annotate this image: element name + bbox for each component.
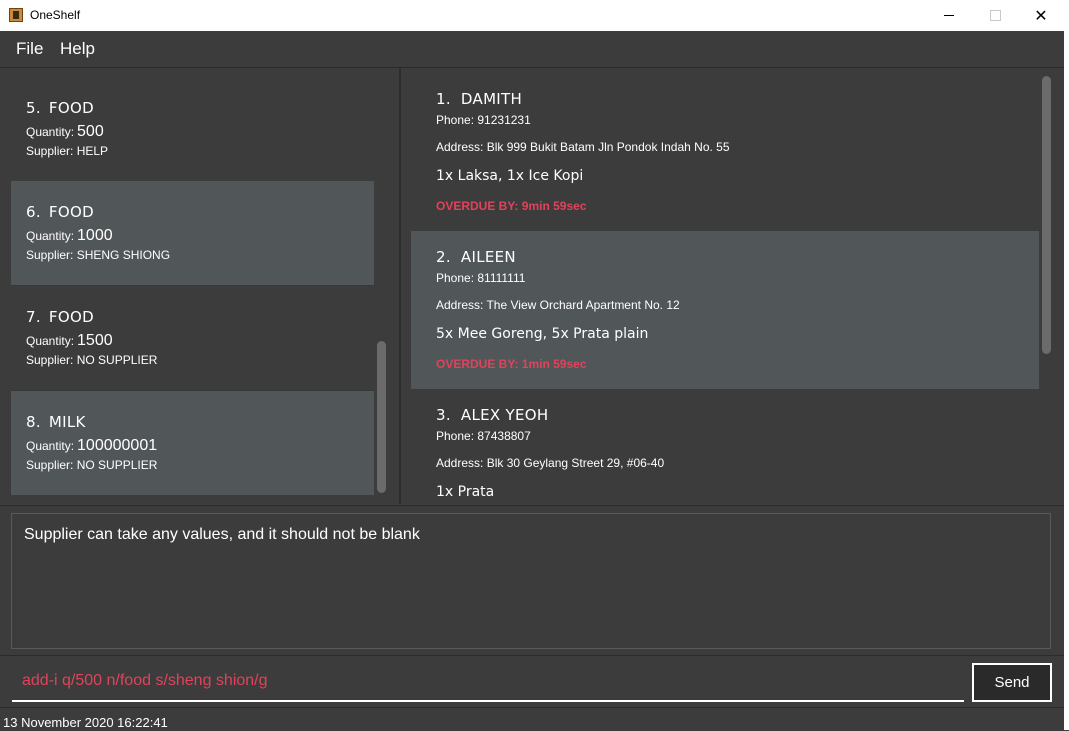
inventory-pane: 5. FOOD Quantity: 500 Supplier: HELP 6. FOO… — [0, 68, 399, 504]
inventory-card[interactable]: 8. MILK Quantity: 100000001 Supplier: NO S… — [11, 391, 374, 495]
quantity-label: Quantity: — [26, 229, 75, 243]
inventory-supplier: Supplier: NO SUPPLIER — [26, 353, 158, 367]
order-address: Address: Blk 30 Geylang Street 29, #06-4… — [436, 456, 665, 470]
inventory-quantity: Quantity: 1500 — [26, 332, 113, 350]
title-bar: OneShelf ✕ — [0, 0, 1069, 31]
order-card[interactable]: 3. ALEX YEOH Phone: 87438807 Address: Blk… — [411, 389, 1039, 500]
order-name: ALEX YEOH — [460, 406, 549, 424]
order-phone: Phone: 91231231 — [436, 113, 531, 127]
quantity-value: 1500 — [77, 332, 113, 349]
close-icon: ✕ — [1034, 6, 1048, 25]
status-datetime: 13 November 2020 16:22:41 — [3, 715, 168, 730]
inventory-list[interactable]: 5. FOOD Quantity: 500 Supplier: HELP 6. FOO… — [11, 77, 374, 495]
inventory-quantity: Quantity: 100000001 — [26, 437, 157, 455]
minimize-icon — [944, 15, 954, 16]
inventory-index: 8. — [26, 413, 41, 431]
menu-file[interactable]: File — [16, 39, 43, 59]
order-name: DAMITH — [460, 90, 523, 108]
order-name: AILEEN — [460, 248, 516, 266]
order-index: 3. — [436, 406, 451, 424]
inventory-index: 7. — [26, 308, 41, 326]
order-index: 1. — [436, 90, 451, 108]
send-button[interactable]: Send — [972, 663, 1052, 702]
quantity-label: Quantity: — [26, 439, 75, 453]
inventory-card[interactable]: 6. FOOD Quantity: 1000 Supplier: SHENG SHI… — [11, 181, 374, 285]
inventory-supplier: Supplier: NO SUPPLIER — [26, 458, 158, 472]
inventory-name: FOOD — [48, 99, 94, 117]
inventory-card[interactable]: 7. FOOD Quantity: 1500 Supplier: NO SUPPLI… — [11, 286, 374, 390]
order-items: 1x Laksa, 1x Ice Kopi — [436, 168, 584, 184]
inventory-supplier: Supplier: HELP — [26, 144, 109, 158]
order-address: Address: Blk 999 Bukit Batam Jln Pondok … — [436, 140, 730, 154]
inventory-quantity: Quantity: 500 — [26, 123, 104, 141]
window-edge — [1064, 31, 1069, 730]
order-phone: Phone: 81111111 — [436, 271, 526, 285]
order-index: 2. — [436, 248, 451, 266]
order-address: Address: The View Orchard Apartment No. … — [436, 298, 680, 312]
order-card-title: 2. AILEEN — [436, 248, 516, 266]
inventory-name: FOOD — [48, 203, 94, 221]
inventory-card[interactable]: 5. FOOD Quantity: 500 Supplier: HELP — [11, 77, 374, 181]
window-title: OneShelf — [30, 8, 81, 22]
result-display[interactable]: Supplier can take any values, and it sho… — [11, 513, 1051, 649]
inventory-card-title: 7. FOOD — [26, 308, 94, 326]
status-bar: 13 November 2020 16:22:41 — [0, 707, 1064, 731]
inventory-supplier: Supplier: SHENG SHIONG — [26, 248, 171, 262]
inventory-quantity: Quantity: 1000 — [26, 227, 113, 245]
order-items: 5x Mee Goreng, 5x Prata plain — [436, 326, 649, 342]
quantity-label: Quantity: — [26, 334, 75, 348]
inventory-index: 5. — [26, 99, 41, 117]
result-message: Supplier can take any values, and it sho… — [24, 526, 420, 543]
order-scrollbar[interactable] — [1042, 76, 1051, 354]
maximize-button[interactable] — [972, 0, 1018, 31]
inventory-card-title: 5. FOOD — [26, 99, 94, 117]
menu-bar: File Help — [0, 31, 1064, 68]
quantity-value: 500 — [77, 123, 104, 140]
quantity-value: 1000 — [77, 227, 113, 244]
quantity-value: 100000001 — [77, 437, 158, 454]
inventory-name: FOOD — [48, 308, 94, 326]
order-card-title: 3. ALEX YEOH — [436, 406, 549, 424]
command-bar: Send — [0, 655, 1064, 708]
order-overdue: OVERDUE BY: 9min 59sec — [436, 199, 587, 213]
menu-help[interactable]: Help — [60, 39, 95, 59]
minimize-button[interactable] — [926, 0, 972, 31]
order-items: 1x Prata — [436, 484, 495, 500]
quantity-label: Quantity: — [26, 125, 75, 139]
command-input[interactable] — [12, 662, 964, 702]
order-card[interactable]: 1. DAMITH Phone: 91231231 Address: Blk 99… — [411, 73, 1039, 231]
inventory-card-title: 6. FOOD — [26, 203, 94, 221]
result-panel: Supplier can take any values, and it sho… — [0, 505, 1064, 656]
inventory-name: MILK — [48, 413, 86, 431]
order-card-title: 1. DAMITH — [436, 90, 522, 108]
order-phone: Phone: 87438807 — [436, 429, 531, 443]
order-overdue: OVERDUE BY: 1min 59sec — [436, 357, 587, 371]
maximize-icon — [989, 10, 1001, 21]
close-button[interactable]: ✕ — [1018, 0, 1064, 31]
app-box-icon — [9, 8, 23, 22]
order-pane: 1. DAMITH Phone: 91231231 Address: Blk 99… — [401, 68, 1064, 504]
inventory-scrollbar[interactable] — [377, 341, 386, 493]
order-card[interactable]: 2. AILEEN Phone: 81111111 Address: The Vi… — [411, 231, 1039, 389]
order-list[interactable]: 1. DAMITH Phone: 91231231 Address: Blk 99… — [411, 73, 1039, 500]
inventory-card-title: 8. MILK — [26, 413, 86, 431]
inventory-index: 6. — [26, 203, 41, 221]
